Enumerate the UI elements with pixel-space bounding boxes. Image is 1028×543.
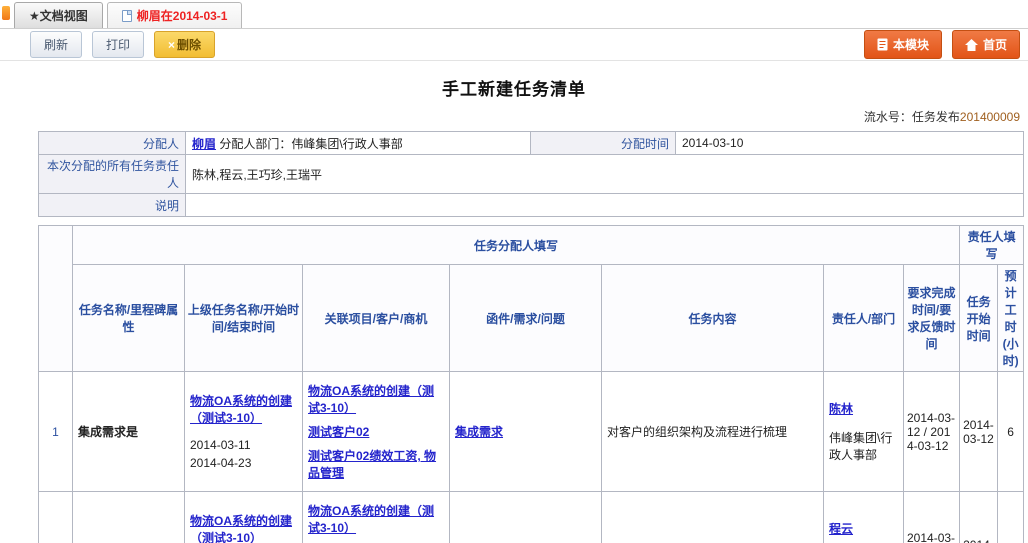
tab-document-view[interactable]: ★文档视图 <box>14 2 103 28</box>
assign-time-label: 分配时间 <box>530 131 676 155</box>
requirement-cell: 集成需求 <box>449 371 602 492</box>
parent-end-date: 2014-04-23 <box>190 455 252 470</box>
col-header-start-time: 任务开始时间 <box>959 264 999 372</box>
serial-label: 流水号： <box>863 110 912 124</box>
refresh-button[interactable]: 刷新 <box>30 31 83 58</box>
table-row: 1 集成需求是 物流OA系统的创建（测试3-10） 2014-03-11 201… <box>38 371 1025 492</box>
owner-dept: 伟峰集团\行政人事部 <box>829 431 893 462</box>
col-header-content: 任务内容 <box>601 264 824 372</box>
owner-link[interactable]: 陈林 <box>829 402 853 416</box>
home-button-label: 首页 <box>982 38 1007 52</box>
task-content-cell: 对客户系统数据进行录入 <box>601 491 824 543</box>
delete-button-label: 删除 <box>177 38 202 52</box>
col-header-parent-task: 上级任务名称/开始时间/结束时间 <box>184 264 303 372</box>
app-icon <box>2 6 10 20</box>
tab-open-document[interactable]: 柳眉在2014-03-1 <box>106 2 243 28</box>
serial-text: 任务发布 <box>911 110 960 124</box>
col-header-hours: 预计工时(小时) <box>997 264 1025 372</box>
module-button-label: 本模块 <box>892 38 929 52</box>
parent-task-link[interactable]: 物流OA系统的创建（测试3-10） <box>190 514 292 543</box>
required-time-cell: 2014-03-12 / 2014-03-12 <box>902 371 961 492</box>
group-header-responsible-fill: 责任人填写 <box>959 225 1025 265</box>
hours-cell: 6 <box>997 371 1025 492</box>
task-table: 任务分配人填写 责任人填写 任务名称/里程碑属性 上级任务名称/开始时间/结束时… <box>38 225 1025 543</box>
serial-number: 201400009 <box>959 110 1020 124</box>
required-time-cell: 2014-03-13 / 2014-03-13 <box>902 491 961 543</box>
task-content-cell: 对客户的组织架构及流程进行梳理 <box>601 371 824 492</box>
parent-task-link[interactable]: 物流OA系统的创建（测试3-10） <box>190 394 292 425</box>
requirement-cell: 集成需求 <box>449 491 602 543</box>
related-cell: 物流OA系统的创建（测试3-10） 测试客户02 测试客户02绩效工资, 物品管… <box>302 371 450 492</box>
toolbar: 刷新 打印 × 删除 本模块 首页 <box>0 29 1028 61</box>
col-header-related: 关联项目/客户/商机 <box>302 264 450 372</box>
parent-task-cell: 物流OA系统的创建（测试3-10） 2014-03-11 2014-04-23 <box>184 491 303 543</box>
related-opportunity-link[interactable]: 测试客户02绩效工资, 物品管理 <box>308 447 444 481</box>
start-time-cell: 2014-03-13 <box>959 491 999 543</box>
hours-cell: 4 <box>997 491 1025 543</box>
related-customer-link[interactable]: 测试客户02 <box>308 423 444 440</box>
requirement-link[interactable]: 集成需求 <box>455 425 503 439</box>
parent-task-dates: 2014-03-11 2014-04-23 <box>190 436 297 472</box>
module-button[interactable]: 本模块 <box>863 30 942 59</box>
responsibles-value: 陈林,程云,王巧珍,王瑞平 <box>185 154 1024 194</box>
task-name-cell: 集成需求是 <box>72 371 185 492</box>
assigner-dept: 分配人部门：伟峰集团\行政人事部 <box>219 136 403 151</box>
parent-task-cell: 物流OA系统的创建（测试3-10） 2014-03-11 2014-04-23 <box>184 371 303 492</box>
owner-cell: 陈林 伟峰集团\行政人事部 <box>823 371 904 492</box>
task-name-cell: 集成需求是 <box>72 491 185 543</box>
start-time-cell: 2014-03-12 <box>959 371 999 492</box>
owner-link[interactable]: 程云 <box>829 522 853 536</box>
task-table-body: 1 集成需求是 物流OA系统的创建（测试3-10） 2014-03-11 201… <box>38 371 1025 543</box>
related-project-link[interactable]: 物流OA系统的创建（测试3-10） <box>308 382 444 416</box>
tab-document-view-label: ★文档视图 <box>29 9 88 23</box>
responsibles-label: 本次分配的所有任务责任人 <box>38 154 186 194</box>
col-header-required-time: 要求完成时间/要求反馈时间 <box>902 264 961 372</box>
assign-time-value: 2014-03-10 <box>675 131 1024 155</box>
note-value <box>185 193 1024 217</box>
document-icon <box>121 9 132 22</box>
delete-x-icon: × <box>168 38 176 52</box>
row-number: 2 <box>38 491 73 543</box>
col-header-owner: 责任人/部门 <box>823 264 904 372</box>
row-number: 1 <box>38 371 73 492</box>
parent-start-date: 2014-03-11 <box>190 437 251 452</box>
serial-number-line: 流水号：任务发布201400009 <box>0 108 1028 125</box>
assignment-info-table: 分配人 柳眉 分配人部门：伟峰集团\行政人事部 分配时间 2014-03-10 … <box>38 131 1024 217</box>
assigner-link[interactable]: 柳眉 <box>192 137 216 151</box>
assigner-cell: 柳眉 分配人部门：伟峰集团\行政人事部 <box>185 131 531 155</box>
group-header-assigner-fill: 任务分配人填写 <box>71 225 961 265</box>
col-header-requirement: 函件/需求/问题 <box>449 264 602 372</box>
related-project-link[interactable]: 物流OA系统的创建（测试3-10） <box>308 502 444 536</box>
module-document-icon <box>877 38 888 51</box>
page-title: 手工新建任务清单 <box>442 80 586 99</box>
assigner-label: 分配人 <box>38 131 186 155</box>
delete-button[interactable]: × 删除 <box>154 31 216 58</box>
row-number-header <box>38 225 73 372</box>
related-cell: 物流OA系统的创建（测试3-10） 测试客户02 测试客户02绩效工资, 物品管… <box>302 491 450 543</box>
note-label: 说明 <box>38 193 186 217</box>
tab-open-document-label: 柳眉在2014-03-1 <box>136 9 228 23</box>
table-row: 2 集成需求是 物流OA系统的创建（测试3-10） 2014-03-11 201… <box>38 491 1025 543</box>
print-button[interactable]: 打印 <box>92 31 145 58</box>
home-button[interactable]: 首页 <box>951 30 1020 59</box>
tab-strip: ★文档视图 柳眉在2014-03-1 <box>0 0 1028 29</box>
task-list-page: ★文档视图 柳眉在2014-03-1 刷新 打印 × 删除 本模块 首页 手工新建… <box>0 0 1028 543</box>
owner-cell: 程云 伟峰集团\行政人事部 <box>823 491 904 543</box>
col-header-task-name: 任务名称/里程碑属性 <box>72 264 185 372</box>
home-icon <box>964 38 978 51</box>
